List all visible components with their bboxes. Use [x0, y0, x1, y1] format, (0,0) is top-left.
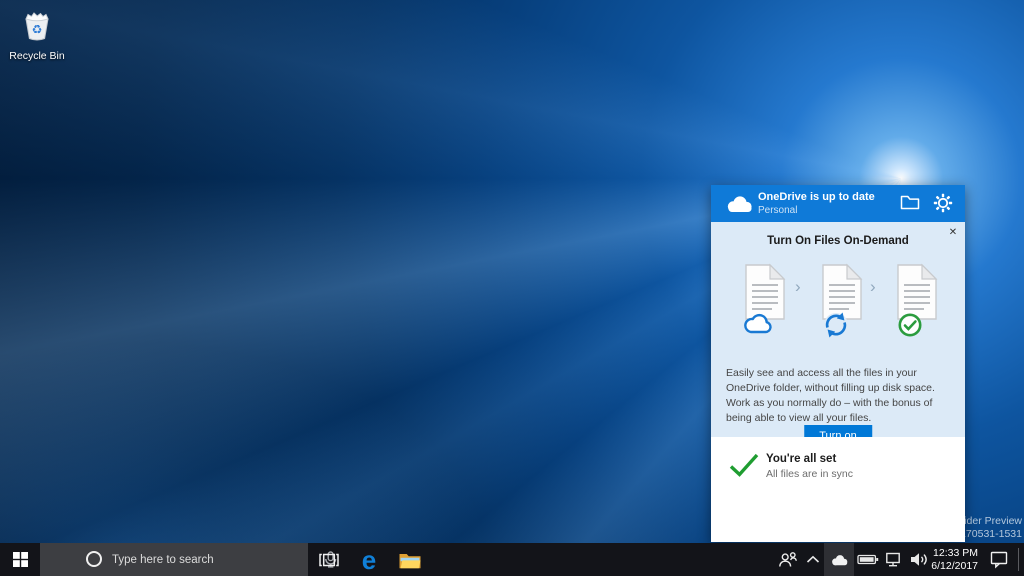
flyout-title: OneDrive is up to date: [758, 191, 875, 203]
open-folder-button[interactable]: [900, 193, 922, 214]
recycle-symbol-glyph: ♻: [32, 23, 43, 37]
status-title: You're all set: [766, 453, 836, 465]
onedrive-flyout: OneDrive is up to date Personal: [711, 185, 965, 542]
edge-glyph: e: [362, 547, 376, 573]
success-check-icon: [728, 452, 760, 478]
insider-preview-watermark: sider Preview 170531-1531: [959, 515, 1022, 540]
folder-icon: [900, 193, 920, 211]
task-view-button[interactable]: [312, 543, 346, 576]
volume-button[interactable]: [907, 543, 932, 576]
chevron-right-icon: ›: [795, 277, 801, 297]
gear-icon: [933, 193, 953, 213]
check-badge-icon: [900, 315, 920, 335]
show-desktop-button[interactable]: [1019, 543, 1024, 576]
document-sync-icon: [819, 263, 871, 339]
status-subtitle: All files are in sync: [766, 468, 853, 480]
clock-time: 12:33 PM: [933, 547, 978, 560]
edge-icon: e: [357, 547, 381, 573]
recycle-bin-label: Recycle Bin: [6, 50, 68, 62]
show-hidden-icons-button[interactable]: [802, 543, 824, 576]
desktop-screen: ♻ Recycle Bin sider Preview 170531-1531 …: [0, 0, 1024, 576]
onedrive-flyout-header: OneDrive is up to date Personal: [711, 185, 965, 222]
settings-button[interactable]: [933, 193, 955, 214]
volume-icon: [910, 552, 930, 567]
onedrive-tray-button[interactable]: [824, 543, 854, 576]
battery-icon: [857, 553, 879, 566]
recycle-bin-shortcut[interactable]: ♻ Recycle Bin: [6, 8, 68, 62]
clock[interactable]: 12:33 PM 6/12/2017: [930, 543, 978, 576]
files-on-demand-promo: ✕ Turn On Files On-Demand ›: [711, 222, 965, 437]
people-button[interactable]: [775, 543, 801, 576]
search-input[interactable]: [112, 543, 312, 576]
sync-status-section: You're all set All files are in sync: [711, 437, 965, 542]
onedrive-tray-cloud-icon: [829, 553, 849, 567]
document-synced-icon: [894, 263, 946, 339]
flyout-account-type: Personal: [758, 205, 797, 216]
file-explorer-folder-icon: [398, 550, 422, 569]
recycle-bin-icon: ♻: [18, 8, 56, 44]
clock-date: 6/12/2017: [931, 560, 978, 573]
network-icon: [884, 551, 904, 568]
edge-browser-button[interactable]: e: [352, 543, 386, 576]
taskbar: e: [0, 543, 1024, 576]
windows-logo-icon: [13, 552, 28, 567]
battery-button[interactable]: [854, 543, 881, 576]
network-button[interactable]: [881, 543, 907, 576]
chevron-up-icon: [806, 555, 820, 564]
start-button[interactable]: [0, 543, 40, 576]
people-icon: [778, 551, 798, 568]
document-cloud-icon: [742, 263, 794, 339]
cortana-icon[interactable]: [86, 551, 102, 567]
onedrive-cloud-icon: [723, 193, 755, 215]
file-explorer-button[interactable]: [393, 543, 427, 576]
watermark-line2: 170531-1531: [959, 528, 1022, 541]
task-view-icon: [318, 552, 340, 568]
promo-description: Easily see and access all the files in y…: [726, 366, 954, 426]
chevron-right-icon: ›: [870, 277, 876, 297]
action-center-button[interactable]: [982, 543, 1016, 576]
action-center-icon: [989, 550, 1009, 569]
watermark-line1: sider Preview: [959, 515, 1022, 528]
promo-title: Turn On Files On-Demand: [711, 235, 965, 247]
search-box[interactable]: [40, 543, 308, 576]
